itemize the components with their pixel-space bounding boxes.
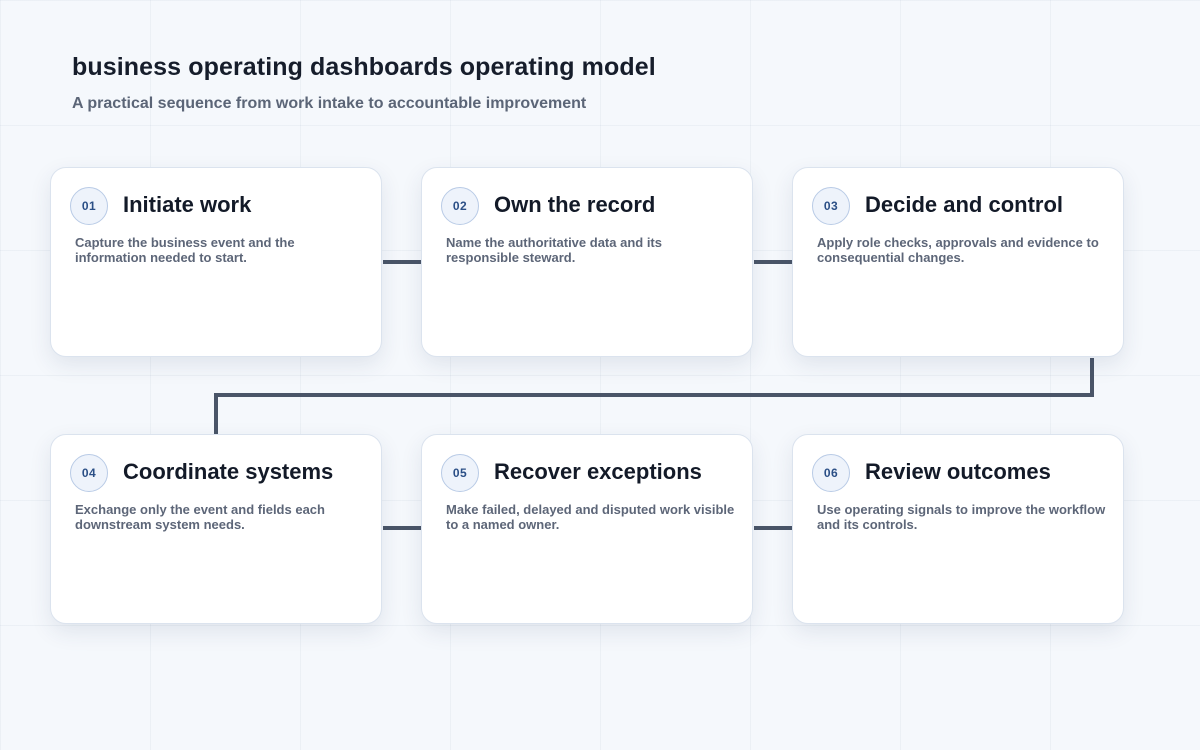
step-number-badge: 01 — [70, 187, 108, 225]
step-title: Own the record — [494, 192, 656, 217]
step-number-badge: 06 — [812, 454, 850, 492]
step-card-2: 02 Own the record Name the authoritative… — [421, 167, 753, 357]
step-number-badge: 02 — [441, 187, 479, 225]
flow-connectors — [214, 260, 1094, 530]
step-card-6: 06 Review outcomes Use operating signals… — [792, 434, 1124, 624]
step-card-3: 03 Decide and control Apply role checks,… — [792, 167, 1124, 357]
step-number-badge: 04 — [70, 454, 108, 492]
step-description: Use operating signals to improve the wor… — [817, 502, 1106, 532]
step-card-1: 01 Initiate work Capture the business ev… — [50, 167, 382, 357]
step-title: Coordinate systems — [123, 459, 334, 484]
step-title: Initiate work — [123, 192, 252, 217]
step-description: Exchange only the event and fields each … — [75, 502, 325, 532]
step-number-badge: 03 — [812, 187, 850, 225]
step-description: Capture the business event and the infor… — [75, 235, 295, 265]
step-number-badge: 05 — [441, 454, 479, 492]
step-description: Name the authoritative data and its resp… — [446, 235, 662, 265]
step-title: Recover exceptions — [494, 459, 702, 484]
step-title: Review outcomes — [865, 459, 1051, 484]
step-card-4: 04 Coordinate systems Exchange only the … — [50, 434, 382, 624]
step-title: Decide and control — [865, 192, 1064, 217]
step-card-5: 05 Recover exceptions Make failed, delay… — [421, 434, 753, 624]
connector-03-04 — [214, 358, 1094, 434]
step-description: Apply role checks, approvals and evidenc… — [817, 235, 1099, 265]
step-description: Make failed, delayed and disputed work v… — [446, 502, 735, 532]
